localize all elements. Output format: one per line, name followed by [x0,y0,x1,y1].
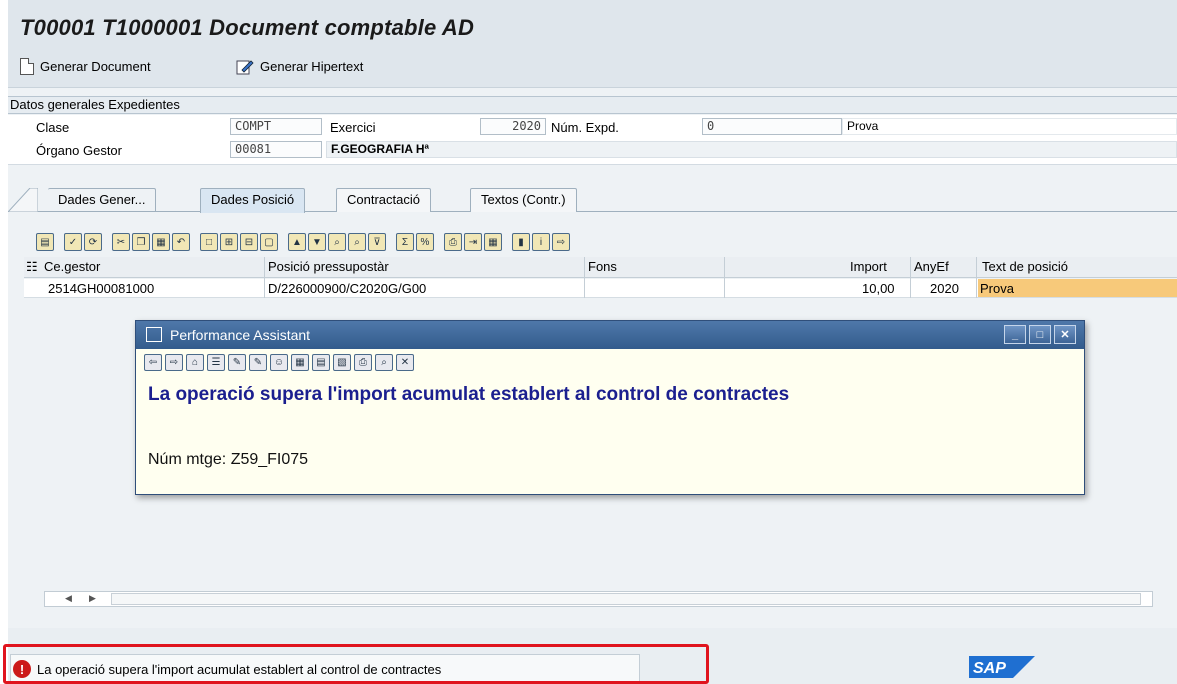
col-fons[interactable]: Fons [588,259,617,274]
print-icon[interactable]: ⎙ [444,233,462,251]
cut-icon[interactable]: ✂ [112,233,130,251]
application-toolbar: Generar Document Generar Hipertext [8,46,1177,88]
clase-label: Clase [36,120,70,135]
cell-ce-gestor[interactable]: 2514GH00081000 [48,281,154,296]
col-text[interactable]: Text de posició [982,259,1068,274]
sap-logo: SAP [969,656,1035,678]
user-icon[interactable]: ☺ [270,354,288,371]
dialog-message: La operació supera l'import acumulat est… [148,384,790,405]
glossary-icon[interactable]: ▧ [333,354,351,371]
title-bar: T00001 T1000001 Document comptable AD [8,0,1177,46]
organo-gestor-field[interactable]: 00081 [230,141,322,158]
new-row-icon[interactable]: □ [200,233,218,251]
cell-text[interactable]: Prova [978,279,1177,297]
sum-icon[interactable]: Σ [396,233,414,251]
table-icon[interactable]: ▦ [291,354,309,371]
info-icon[interactable]: i [532,233,550,251]
sort-descending-icon[interactable]: ▼ [308,233,326,251]
edit-icon[interactable]: ✎ [228,354,246,371]
check-icon[interactable]: ✓ [64,233,82,251]
cell-import[interactable]: 10,00 [862,281,895,296]
export-icon[interactable]: ⇥ [464,233,482,251]
dialog-toolbar: ⇦ ⇨ ⌂ ☰ ✎ ✎ ☺ ▦ ▤ ▧ ⎙ ⌕ ✕ [144,354,414,371]
page-title: T00001 T1000001 Document comptable AD [20,15,475,40]
print-icon[interactable]: ⎙ [354,354,372,371]
dialog-title: Performance Assistant [170,327,311,343]
organo-gestor-description: F.GEOGRAFIA Hª [326,141,1177,158]
copy-icon[interactable]: ❐ [132,233,150,251]
edit-pen-icon [236,60,254,75]
tab-slant-decoration [8,188,38,212]
generar-document-button[interactable]: Generar Document [20,58,151,75]
details-icon[interactable]: ▤ [36,233,54,251]
back-icon[interactable]: ⇦ [144,354,162,371]
edit-alt-icon[interactable]: ✎ [249,354,267,371]
layout-icon[interactable]: ▤ [312,354,330,371]
performance-assistant-dialog: Performance Assistant _ □ ✕ ⇦ ⇨ ⌂ ☰ ✎ ✎ … [135,320,1085,495]
duplicate-row-icon[interactable]: ▢ [260,233,278,251]
col-anyef[interactable]: AnyEf [914,259,949,274]
table-row[interactable]: 2514GH00081000 D/226000900/C2020G/G00 10… [24,279,1177,298]
grid-toolbar: ▤ ✓ ⟳ ✂ ❐ ▦ ↶ □ ⊞ ⊟ ▢ ▲ ▼ ⌕ ⌕ ⊽ Σ % ⎙ ⇥ … [36,231,570,253]
sort-ascending-icon[interactable]: ▲ [288,233,306,251]
cell-anyef[interactable]: 2020 [930,281,959,296]
document-icon [20,58,34,75]
col-posicio[interactable]: Posició pressupostàr [268,259,389,274]
find-icon[interactable]: ⌕ [328,233,346,251]
general-data-form: Clase COMPT Exercici 2020 Núm. Expd. 0 P… [8,115,1177,165]
tab-textos-contr[interactable]: Textos (Contr.) [470,188,577,212]
organo-gestor-label: Órgano Gestor [36,143,122,158]
insert-row-icon[interactable]: ⊞ [220,233,238,251]
num-expd-field[interactable]: 0 [702,118,842,135]
section-heading: Datos generales Expedientes [8,96,1177,114]
dialog-title-bar[interactable]: Performance Assistant _ □ ✕ [136,321,1084,349]
generar-document-label: Generar Document [40,59,151,74]
chart-icon[interactable]: ▮ [512,233,530,251]
exercici-field[interactable]: 2020 [480,118,546,135]
highlight-annotation [3,644,709,684]
exercici-label: Exercici [330,120,376,135]
undo-icon[interactable]: ↶ [172,233,190,251]
horizontal-scrollbar[interactable]: ◀ ▶ [44,591,1153,607]
svg-text:SAP: SAP [973,660,1006,677]
col-import[interactable]: Import [850,259,887,274]
minimize-button[interactable]: _ [1004,325,1026,344]
tab-dades-generals[interactable]: Dades Gener... [48,188,157,212]
generar-hipertext-label: Generar Hipertext [260,59,364,74]
scroll-right-icon[interactable]: ▶ [89,593,96,604]
grid-header: ☷ Ce.gestor Posició pressupostàr Fons Im… [24,257,1177,278]
delete-row-icon[interactable]: ⊟ [240,233,258,251]
tab-strip: Dades Gener... Dades Posició Contractaci… [8,182,1177,213]
find-next-icon[interactable]: ⌕ [348,233,366,251]
close-icon[interactable]: ✕ [396,354,414,371]
prova-text: Prova [842,118,1177,135]
message-number: Núm mtge: Z59_FI075 [148,451,309,468]
filter-icon[interactable]: ⊽ [368,233,386,251]
tree-icon[interactable]: ☰ [207,354,225,371]
clase-field[interactable]: COMPT [230,118,322,135]
col-ce-gestor[interactable]: Ce.gestor [44,259,100,274]
scroll-thumb[interactable] [111,593,1141,605]
subtotal-icon[interactable]: % [416,233,434,251]
scroll-left-icon[interactable]: ◀ [65,593,72,604]
search-icon[interactable]: ⌕ [375,354,393,371]
paste-icon[interactable]: ▦ [152,233,170,251]
cell-posicio[interactable]: D/226000900/C2020G/G00 [268,281,426,296]
forward-icon[interactable]: ⇨ [165,354,183,371]
tab-dades-posicio[interactable]: Dades Posició [200,188,306,213]
tab-contractacio[interactable]: Contractació [336,188,431,212]
close-button[interactable]: ✕ [1054,325,1076,344]
num-expd-label: Núm. Expd. [551,120,619,135]
refresh-icon[interactable]: ⟳ [84,233,102,251]
assistant-icon [146,327,162,342]
maximize-button[interactable]: □ [1029,325,1051,344]
generar-hipertext-button[interactable]: Generar Hipertext [236,58,363,75]
send-icon[interactable]: ⇨ [552,233,570,251]
select-all-icon[interactable]: ☷ [26,259,38,275]
layout-icon[interactable]: ▦ [484,233,502,251]
home-icon[interactable]: ⌂ [186,354,204,371]
